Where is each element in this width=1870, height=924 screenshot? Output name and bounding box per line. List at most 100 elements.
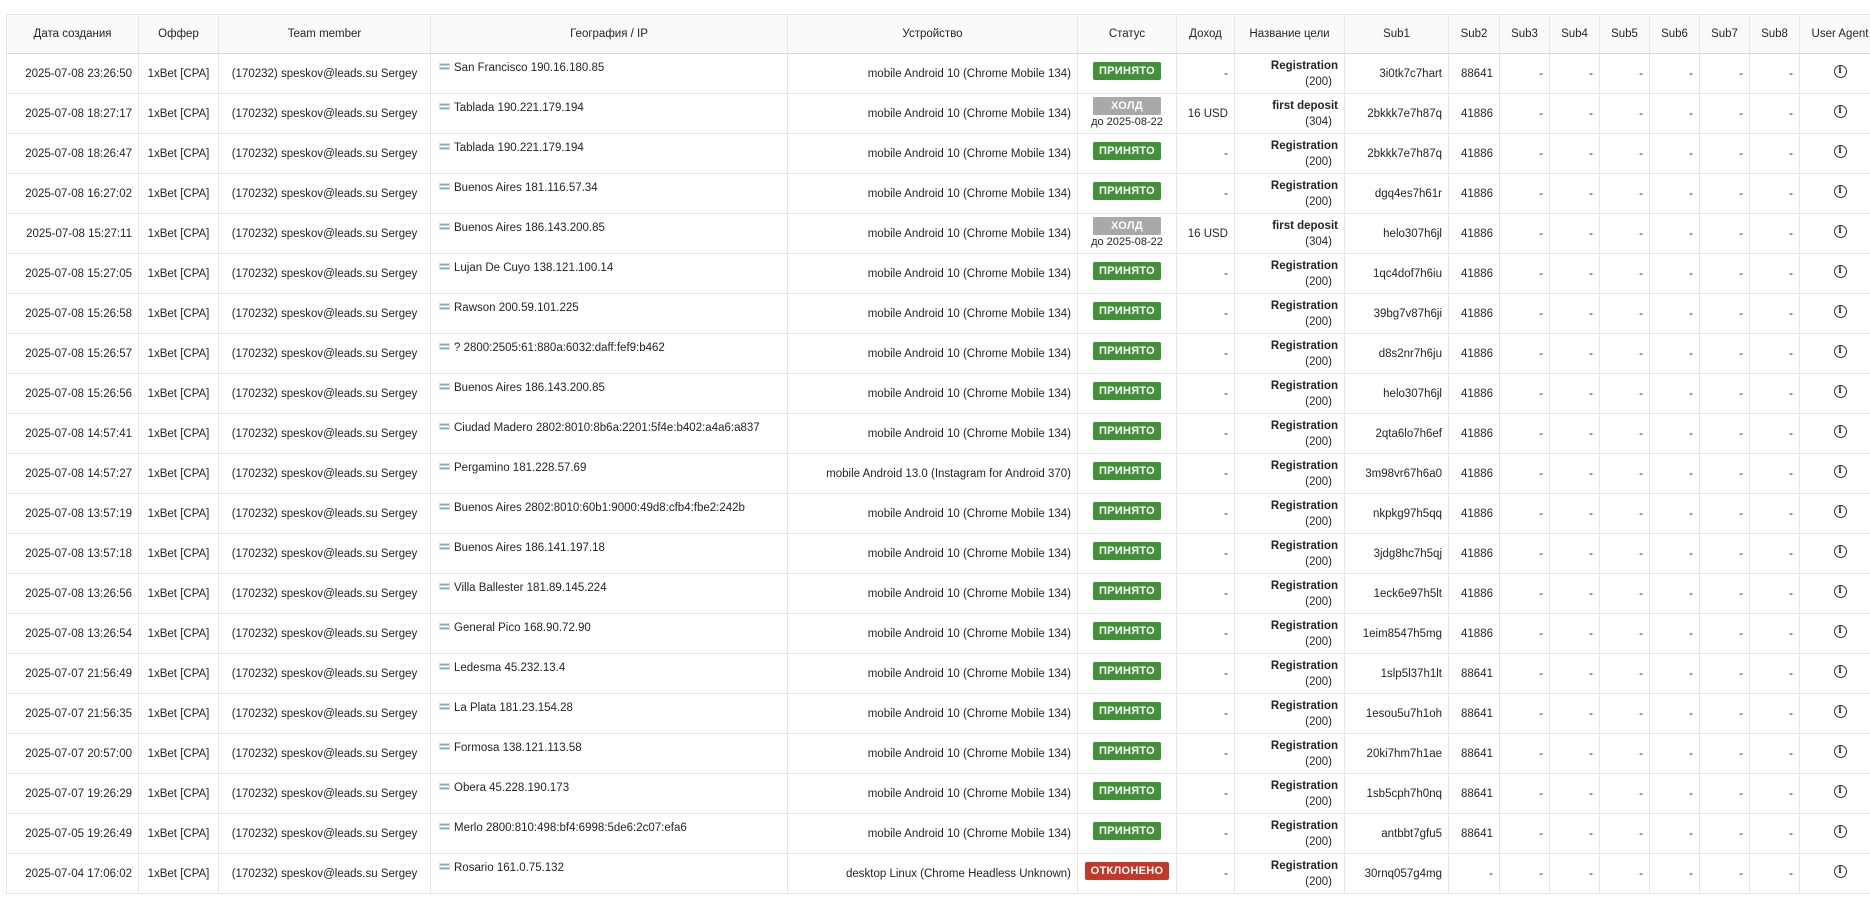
sub8-value: - — [1789, 508, 1793, 520]
goal-cell: Registration(200) — [1235, 294, 1345, 334]
team-member-cell: (170232) speskov@leads.su Sergey — [219, 734, 431, 774]
column-header-sub8[interactable]: Sub8 — [1750, 15, 1800, 54]
argentina-flag-icon — [439, 63, 450, 70]
offer-name: 1xBet [CPA] — [148, 548, 210, 560]
team-member: (170232) speskov@leads.su Sergey — [232, 108, 418, 120]
device-text: mobile Android 10 (Chrome Mobile 134) — [868, 788, 1071, 800]
sub7-cell: - — [1700, 574, 1750, 614]
status-badge: ОТКЛОНЕНО — [1085, 862, 1170, 880]
info-icon[interactable]: i — [1834, 425, 1847, 438]
sub5-cell: - — [1600, 854, 1650, 894]
user-agent-cell: i — [1800, 494, 1870, 534]
geo-ip-text: Ledesma 45.232.13.4 — [454, 662, 565, 674]
offer-cell: 1xBet [CPA] — [139, 414, 219, 454]
sub4-value: - — [1589, 788, 1593, 800]
column-header-geo-ip[interactable]: География / IP — [431, 15, 788, 54]
info-icon[interactable]: i — [1834, 625, 1847, 638]
column-header-sub4[interactable]: Sub4 — [1550, 15, 1600, 54]
sub8-value: - — [1789, 748, 1793, 760]
device-cell: mobile Android 10 (Chrome Mobile 134) — [788, 534, 1078, 574]
info-icon[interactable]: i — [1834, 785, 1847, 798]
sub3-value: - — [1539, 748, 1543, 760]
info-icon[interactable]: i — [1834, 465, 1847, 478]
column-header-sub2[interactable]: Sub2 — [1449, 15, 1500, 54]
info-icon[interactable]: i — [1834, 505, 1847, 518]
user-agent-cell: i — [1800, 654, 1870, 694]
column-header-sub3[interactable]: Sub3 — [1500, 15, 1550, 54]
column-header-income[interactable]: Доход — [1177, 15, 1235, 54]
sub1-value: 1qc4dof7h6iu — [1373, 268, 1442, 280]
geo-ip-cell: La Plata 181.23.154.28 — [431, 694, 788, 734]
column-header-status[interactable]: Статус — [1078, 15, 1177, 54]
column-header-user-agent[interactable]: User Agent — [1800, 15, 1870, 54]
column-header-goal[interactable]: Название цели — [1235, 15, 1345, 54]
sub2-value: 88641 — [1461, 788, 1493, 800]
team-member: (170232) speskov@leads.su Sergey — [232, 188, 418, 200]
status-cell: ПРИНЯТО — [1078, 374, 1177, 414]
column-header-sub1[interactable]: Sub1 — [1345, 15, 1449, 54]
sub4-cell: - — [1550, 574, 1600, 614]
sub7-value: - — [1739, 668, 1743, 680]
status-cell: ПРИНЯТО — [1078, 814, 1177, 854]
created-date: 2025-07-08 15:26:56 — [25, 388, 132, 400]
column-header-date[interactable]: Дата создания — [7, 15, 139, 54]
sub8-value: - — [1789, 668, 1793, 680]
info-icon[interactable]: i — [1834, 545, 1847, 558]
sub4-cell: - — [1550, 54, 1600, 94]
info-icon[interactable]: i — [1834, 265, 1847, 278]
sub1-cell: 1qc4dof7h6iu — [1345, 254, 1449, 294]
status-cell: ПРИНЯТО — [1078, 454, 1177, 494]
goal-name: Registration — [1241, 258, 1338, 274]
info-icon[interactable]: i — [1834, 745, 1847, 758]
goal-code: (200) — [1241, 514, 1332, 530]
info-icon[interactable]: i — [1834, 865, 1847, 878]
sub3-cell: - — [1500, 414, 1550, 454]
income-value: - — [1224, 828, 1228, 840]
goal-cell: Registration(200) — [1235, 854, 1345, 894]
income-value: - — [1224, 628, 1228, 640]
info-icon[interactable]: i — [1834, 65, 1847, 78]
sub7-cell: - — [1700, 334, 1750, 374]
goal-code: (200) — [1241, 754, 1332, 770]
column-header-sub6[interactable]: Sub6 — [1650, 15, 1700, 54]
info-icon[interactable]: i — [1834, 345, 1847, 358]
sub2-cell: 41886 — [1449, 134, 1500, 174]
info-icon[interactable]: i — [1834, 665, 1847, 678]
table-row: 2025-07-08 15:26:56 1xBet [CPA] (170232)… — [7, 374, 1870, 414]
info-icon[interactable]: i — [1834, 185, 1847, 198]
team-member: (170232) speskov@leads.su Sergey — [232, 148, 418, 160]
info-icon[interactable]: i — [1834, 385, 1847, 398]
sub7-value: - — [1739, 748, 1743, 760]
column-header-device[interactable]: Устройство — [788, 15, 1078, 54]
team-member-cell: (170232) speskov@leads.su Sergey — [219, 254, 431, 294]
sub2-cell: 88641 — [1449, 774, 1500, 814]
sub4-value: - — [1589, 428, 1593, 440]
sub3-value: - — [1539, 108, 1543, 120]
sub1-value: helo307h6jl — [1383, 388, 1442, 400]
sub5-value: - — [1639, 228, 1643, 240]
team-member-cell: (170232) speskov@leads.su Sergey — [219, 814, 431, 854]
info-icon[interactable]: i — [1834, 585, 1847, 598]
goal-cell: Registration(200) — [1235, 134, 1345, 174]
sub2-cell: 88641 — [1449, 54, 1500, 94]
info-icon[interactable]: i — [1834, 105, 1847, 118]
goal-code: (200) — [1241, 474, 1332, 490]
info-icon[interactable]: i — [1834, 705, 1847, 718]
info-icon[interactable]: i — [1834, 825, 1847, 838]
sub5-value: - — [1639, 428, 1643, 440]
info-icon[interactable]: i — [1834, 145, 1847, 158]
offer-cell: 1xBet [CPA] — [139, 854, 219, 894]
sub5-cell: - — [1600, 654, 1650, 694]
sub1-cell: 1esou5u7h1oh — [1345, 694, 1449, 734]
team-member-cell: (170232) speskov@leads.su Sergey — [219, 134, 431, 174]
column-header-sub5[interactable]: Sub5 — [1600, 15, 1650, 54]
info-icon[interactable]: i — [1834, 225, 1847, 238]
column-header-offer[interactable]: Оффер — [139, 15, 219, 54]
column-header-team-member[interactable]: Team member — [219, 15, 431, 54]
offer-name: 1xBet [CPA] — [148, 428, 210, 440]
goal-name: Registration — [1241, 178, 1338, 194]
income-cell: - — [1177, 814, 1235, 854]
sub2-value: 88641 — [1461, 748, 1493, 760]
info-icon[interactable]: i — [1834, 305, 1847, 318]
column-header-sub7[interactable]: Sub7 — [1700, 15, 1750, 54]
